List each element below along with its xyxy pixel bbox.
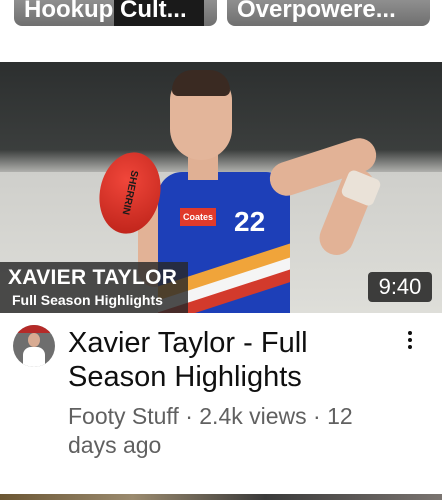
more-dot bbox=[408, 331, 412, 335]
more-vert-icon[interactable] bbox=[398, 328, 422, 352]
top-video-thumbnail-1[interactable]: Hookup Cult... bbox=[14, 0, 217, 26]
more-dot bbox=[408, 338, 412, 342]
football-brand: SHERRIN bbox=[119, 169, 140, 216]
video-title[interactable]: Xavier Taylor - Full Season Highlights bbox=[68, 326, 378, 394]
thumbnail-title-overlay: XAVIER TAYLOR Full Season Highlights bbox=[0, 262, 188, 313]
video-duration-badge: 9:40 bbox=[368, 272, 432, 302]
meta-separator: · bbox=[306, 403, 328, 429]
avatar-body bbox=[23, 347, 45, 367]
player-hair bbox=[172, 70, 230, 96]
jersey-sponsor: Coates bbox=[180, 208, 216, 226]
jersey-number: 22 bbox=[234, 206, 266, 237]
view-count: 2.4k views bbox=[199, 403, 307, 429]
video-metadata: Footy Stuff · 2.4k views · 12 days ago bbox=[68, 402, 398, 460]
thumbnail-subtitle: Full Season Highlights bbox=[12, 292, 163, 308]
more-dot bbox=[408, 345, 412, 349]
top-video-thumbnail-2[interactable]: Overpowere... bbox=[227, 0, 430, 26]
next-video-thumbnail[interactable] bbox=[0, 494, 442, 500]
avatar-background-band bbox=[13, 325, 55, 333]
channel-avatar[interactable] bbox=[13, 325, 55, 367]
top-video-title-fragment-2: Overpowere... bbox=[237, 0, 396, 23]
meta-separator: · bbox=[178, 403, 200, 429]
thumbnail-player-name: XAVIER TAYLOR bbox=[8, 266, 178, 289]
channel-name[interactable]: Footy Stuff bbox=[68, 403, 179, 429]
avatar-head bbox=[28, 333, 40, 347]
video-thumbnail[interactable]: Coates 22 SHERRIN XAVIER TAYLOR Full Sea… bbox=[0, 62, 442, 313]
top-video-title-fragment-1: Hookup Cult... bbox=[24, 0, 187, 23]
